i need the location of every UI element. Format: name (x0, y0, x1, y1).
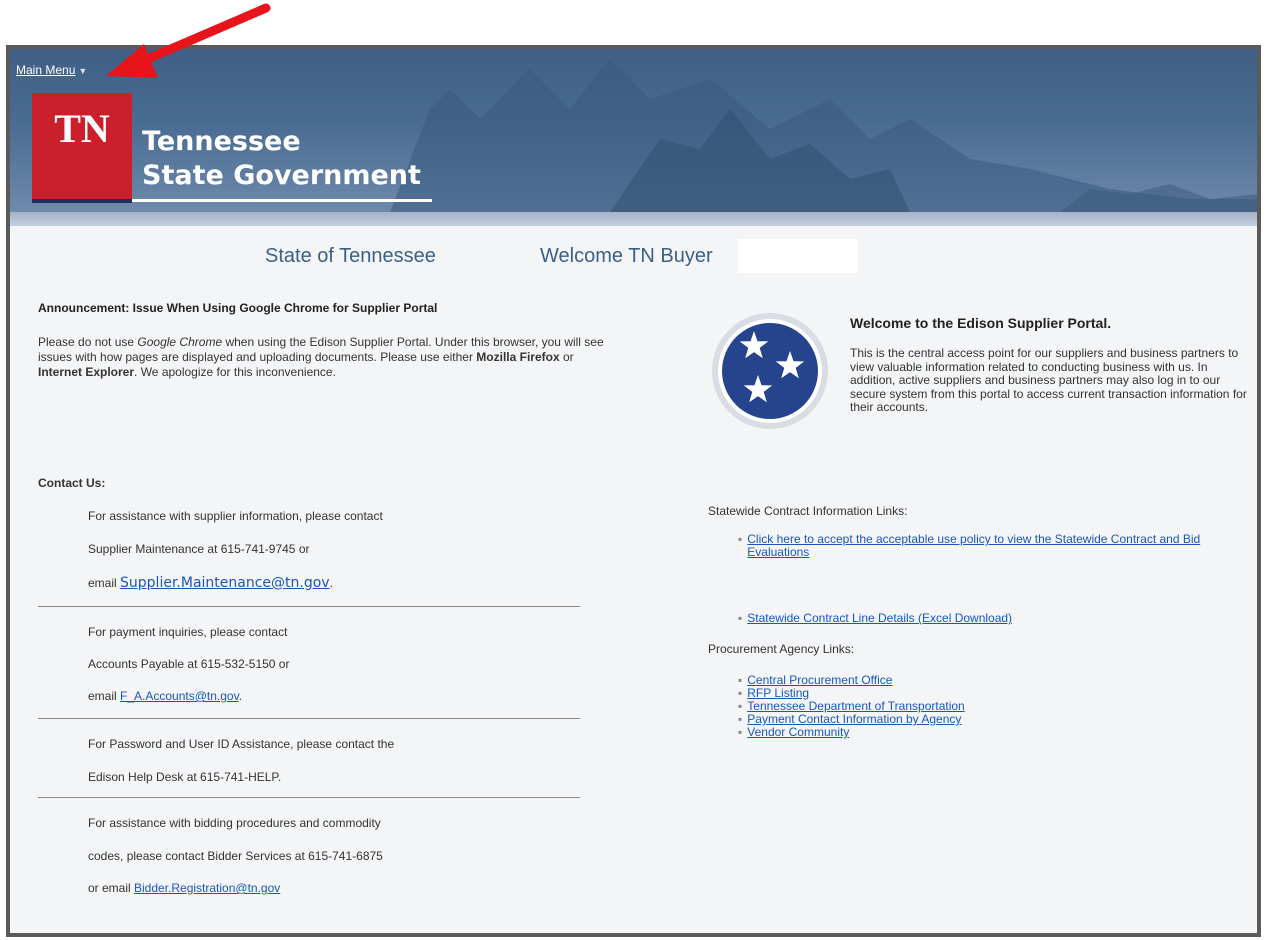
tn-logo: TN (32, 93, 132, 203)
list-item: ▪ Click here to accept the acceptable use… (738, 533, 1247, 559)
bullet-icon: ▪ (738, 673, 743, 687)
contact-payment-line-2: Accounts Payable at 615-532-5150 or (88, 657, 290, 671)
payment-contact-link[interactable]: Payment Contact Information by Agency (747, 712, 961, 726)
state-title: State of Tennessee (265, 245, 436, 267)
vendor-community-link[interactable]: Vendor Community (747, 725, 849, 739)
contact-payment-line-1: For payment inquiries, please contact (88, 625, 288, 639)
divider (38, 718, 580, 719)
chevron-down-icon[interactable]: ▼ (78, 66, 87, 76)
announcement-ie: Internet Explorer (38, 365, 135, 379)
welcome-header: State of Tennessee Welcome TN Buyer (10, 235, 1257, 275)
contact-bidding-prefix: or email (88, 881, 135, 895)
central-procurement-link[interactable]: Central Procurement Office (747, 673, 892, 687)
contact-password-line-1: For Password and User ID Assistance, ple… (88, 737, 395, 751)
announcement-body: Please do not use Google Chrome when usi… (38, 335, 608, 380)
divider (38, 606, 580, 607)
contact-payment-suffix: . (238, 689, 243, 703)
brand-line-1: Tennessee (142, 126, 301, 157)
announcement-title: Announcement: Issue When Using Google Ch… (38, 301, 438, 315)
portal-welcome-title: Welcome to the Edison Supplier Portal. (850, 315, 1112, 331)
bullet-icon: ▪ (738, 699, 743, 713)
banner-strip (10, 212, 1257, 226)
welcome-title: Welcome TN Buyer (540, 245, 713, 267)
announcement-text-1: Please do not use (38, 335, 138, 349)
contact-supplier-line-2: Supplier Maintenance at 615-741-9745 or (88, 542, 310, 556)
contact-payment-line-3: email F_A.Accounts@tn.gov. (88, 689, 242, 703)
rfp-listing-link[interactable]: RFP Listing (747, 686, 809, 700)
procurement-links-label: Procurement Agency Links: (708, 642, 855, 656)
contact-supplier-line-3: email Supplier.Maintenance@tn.gov. (88, 575, 333, 591)
bidding-email-link[interactable]: Bidder.Registration@tn.gov (134, 881, 280, 895)
announcement-or: or (559, 350, 574, 364)
contact-bidding-line-2: codes, please contact Bidder Services at… (88, 849, 383, 863)
acceptable-use-policy-link[interactable]: Click here to accept the acceptable use … (747, 533, 1247, 559)
main-menu-link[interactable]: Main Menu ▼ (16, 63, 87, 77)
bullet-icon: ▪ (738, 611, 743, 625)
brand-underline (132, 199, 432, 202)
announcement-chrome: Google Chrome (137, 335, 223, 349)
payment-email-link[interactable]: F_A.Accounts@tn.gov (120, 689, 239, 703)
portal-description: This is the central access point for our… (850, 346, 1247, 414)
contact-supplier-prefix: email (88, 576, 121, 590)
annotation-arrow (106, 3, 271, 78)
tdot-link[interactable]: Tennessee Department of Transportation (747, 699, 964, 713)
bullet-icon: ▪ (738, 686, 743, 700)
tn-logo-underline (32, 199, 132, 203)
supplier-email-link[interactable]: Supplier.Maintenance@tn.gov (120, 575, 330, 591)
bullet-icon: ▪ (738, 712, 743, 726)
tristar-seal-icon (712, 313, 828, 429)
announcement-text-3: . We apologize for this inconvenience. (134, 365, 336, 379)
tn-logo-text: TN (54, 106, 110, 151)
list-item: ▪ Statewide Contract Line Details (Excel … (738, 612, 1012, 625)
contact-password-line-2: Edison Help Desk at 615-741-HELP. (88, 770, 282, 784)
brand-title: Tennessee State Government (142, 125, 421, 193)
bullet-icon: ▪ (738, 725, 743, 739)
contact-bidding-line-3: or email Bidder.Registration@tn.gov (88, 881, 280, 895)
browser-frame: Main Menu ▼ TN Tennessee State Government… (6, 45, 1261, 937)
redacted-user-box (738, 239, 858, 273)
bullet-icon: ▪ (738, 532, 743, 546)
brand-line-2: State Government (142, 160, 421, 191)
contact-bidding-line-1: For assistance with bidding procedures a… (88, 816, 381, 830)
contact-supplier-line-1: For assistance with supplier information… (88, 509, 383, 523)
contact-payment-prefix: email (88, 689, 121, 703)
statewide-links-label: Statewide Contract Information Links: (708, 504, 908, 518)
main-menu-label[interactable]: Main Menu (16, 63, 75, 77)
contact-title: Contact Us: (38, 476, 106, 490)
announcement-firefox: Mozilla Firefox (476, 350, 560, 364)
list-item: ▪ Vendor Community (738, 726, 849, 739)
divider (38, 797, 580, 798)
contact-supplier-suffix: . (329, 576, 333, 590)
contract-line-details-link[interactable]: Statewide Contract Line Details (Excel D… (747, 611, 1012, 625)
